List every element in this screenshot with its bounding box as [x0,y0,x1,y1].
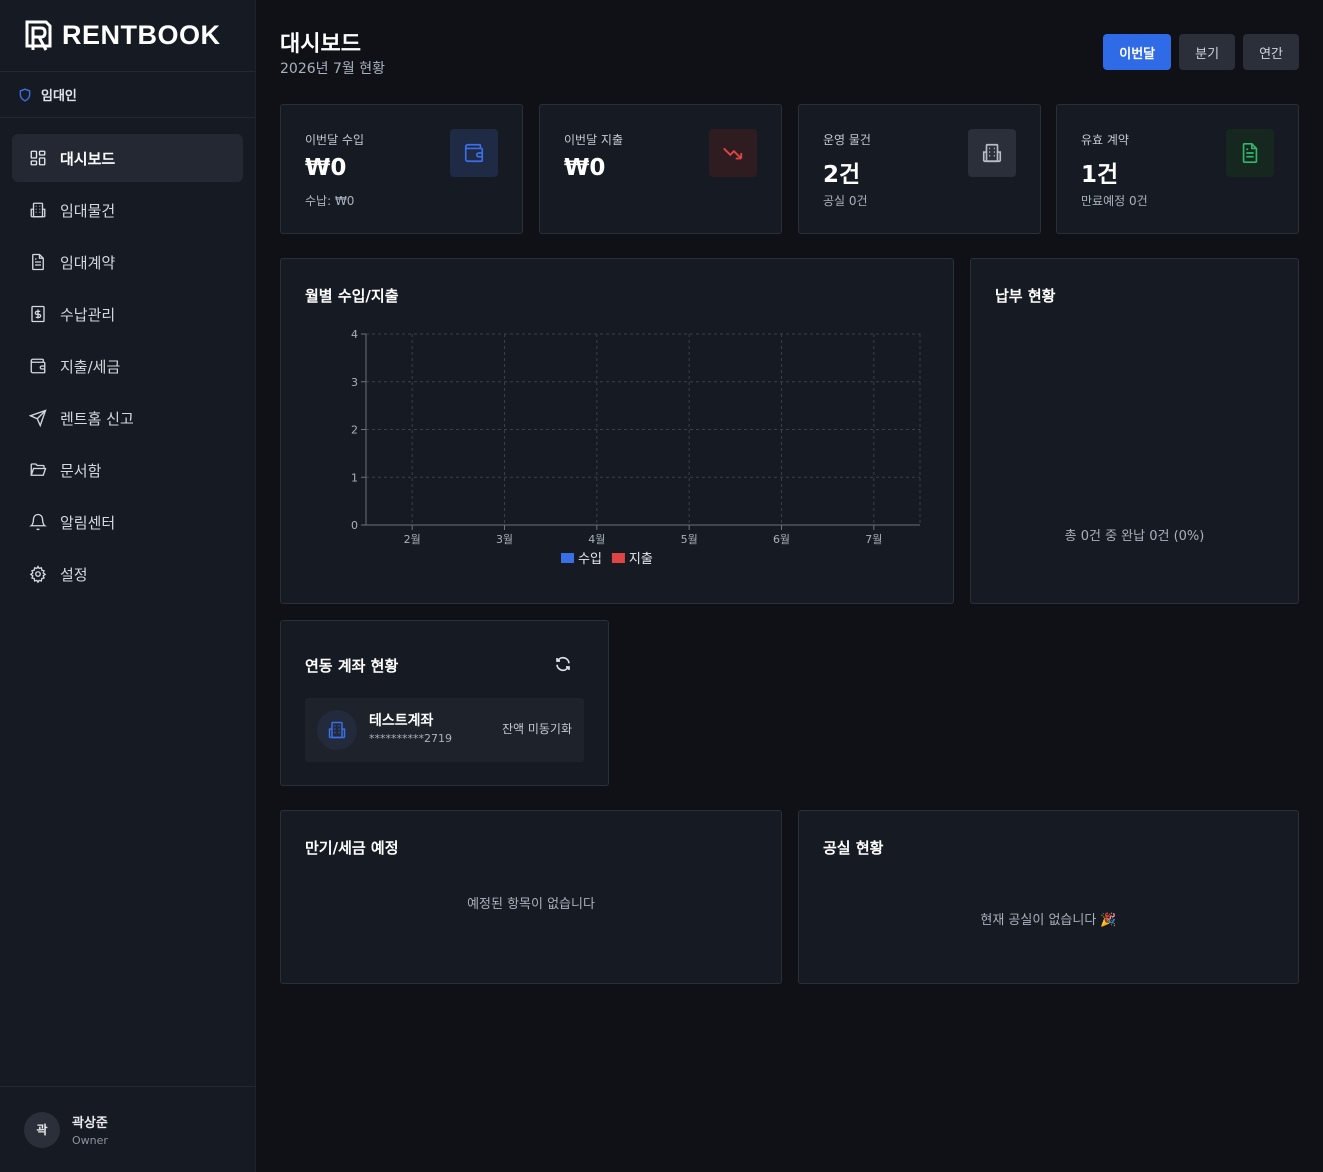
sidebar-item-contracts[interactable]: 임대계약 [12,238,243,286]
shield-icon [19,87,31,102]
stat-sub: 만료예정 0건 [1081,194,1148,208]
stat-label: 유효 계약 [1081,133,1129,147]
card-title: 공실 현황 [823,839,884,857]
period-selector: 이번달 분기 연간 [1103,34,1299,70]
legend-label: 지출 [629,552,653,567]
y-tick-label: 2 [351,424,358,437]
refresh-icon[interactable] [554,655,572,673]
x-tick-label: 4월 [588,533,605,546]
monthly-bar-chart: 0 1 2 3 4 2월 3월 4월 5월 6월 7월수입 지출 [351,328,921,567]
trending-down-icon [709,129,757,177]
stat-card-contracts: 유효 계약 1건 만료예정 0건 [1056,104,1299,234]
sidebar-item-notifications[interactable]: 알림센터 [12,498,243,546]
sidebar-item-collections[interactable]: 수납관리 [12,290,243,338]
sidebar-item-expenses[interactable]: 지출/세금 [12,342,243,390]
account-number: **********2719 [369,732,452,745]
x-tick-label: 3월 [496,533,513,546]
stat-value: 1건 [1081,162,1119,188]
account-row[interactable]: 테스트계좌 **********2719 잔액 미동기화 [305,698,584,762]
y-tick-label: 0 [351,519,358,532]
sidebar-item-label: 문서함 [60,461,102,480]
bank-building-icon [317,710,357,750]
stat-value: ₩0 [305,155,347,181]
legend-label: 수입 [578,552,602,567]
bell-icon [28,512,48,532]
wallet-icon [28,356,48,376]
folder-open-icon [28,460,48,480]
stat-value: 2건 [823,162,861,188]
page-subtitle: 2026년 7월 현황 [280,61,385,77]
sidebar: RENTBOOK 임대인 대시보드 임대물건 임대계약 수납관리 지출/세금 렌… [0,0,256,1172]
empty-message: 예정된 항목이 없습니다 [467,897,595,912]
sidebar-item-label: 지출/세금 [60,357,121,376]
payment-summary: 총 0건 중 완납 0건 (0%) [1064,529,1205,544]
y-tick-label: 4 [351,328,358,341]
role-label: 임대인 [41,89,77,104]
send-icon [28,408,48,428]
sidebar-item-label: 수납관리 [60,305,116,324]
sidebar-item-documents[interactable]: 문서함 [12,446,243,494]
logo[interactable]: RENTBOOK [0,0,255,72]
sidebar-item-settings[interactable]: 설정 [12,550,243,598]
page-title: 대시보드 [280,32,361,57]
period-month-button[interactable]: 이번달 [1103,34,1172,70]
sidebar-item-renthome-report[interactable]: 렌트홈 신고 [12,394,243,442]
card-title: 만기/세금 예정 [305,839,399,857]
building-icon [28,200,48,220]
sidebar-item-properties[interactable]: 임대물건 [12,186,243,234]
building-icon [968,129,1016,177]
account-name: 테스트계좌 [369,713,434,729]
rentbook-logo-icon [25,20,52,51]
dashboard-grid-icon [28,148,48,168]
x-tick-label: 7월 [865,533,882,546]
period-year-button[interactable]: 연간 [1243,34,1299,70]
account-balance: 잔액 미동기화 [501,722,572,736]
y-tick-label: 1 [351,471,358,484]
y-tick-label: 3 [351,376,358,389]
x-tick-label: 6월 [773,533,790,546]
monthly-chart-card: 월별 수입/지출 0 1 2 3 4 2월 3월 4월 5월 6월 7월 수입 지출 [280,258,954,604]
x-tick-label: 2월 [404,533,421,546]
sidebar-item-label: 임대물건 [60,201,116,220]
stat-label: 이번달 수입 [305,133,365,147]
stat-sub: 수납: ₩0 [305,194,355,208]
stat-card-income: 이번달 수입 ₩0 수납: ₩0 [280,104,523,234]
document-icon [28,252,48,272]
legend-swatch [561,553,574,563]
stat-label: 이번달 지출 [564,133,624,147]
stat-value: ₩0 [564,155,606,181]
card-title: 연동 계좌 현황 [305,657,399,675]
x-tick-label: 5월 [681,533,698,546]
sidebar-item-label: 설정 [60,565,88,584]
sidebar-item-label: 알림센터 [60,513,116,532]
gear-icon [28,564,48,584]
user-name: 곽상준 [72,1116,108,1131]
vacancy-card: 공실 현황 현재 공실이 없습니다 🎉 [798,810,1299,984]
sidebar-nav: 대시보드 임대물건 임대계약 수납관리 지출/세금 렌트홈 신고 문서함 알림센… [0,118,255,618]
role-indicator: 임대인 [0,72,255,118]
upcoming-card: 만기/세금 예정 예정된 항목이 없습니다 [280,810,782,984]
wallet-icon [450,129,498,177]
sidebar-item-label: 임대계약 [60,253,116,272]
sidebar-item-dashboard[interactable]: 대시보드 [12,134,243,182]
sidebar-item-label: 대시보드 [60,149,116,168]
stat-sub: 공실 0건 [823,194,868,208]
user-role: Owner [72,1134,108,1147]
linked-accounts-card: 연동 계좌 현황 테스트계좌 **********2719 잔액 미동기화 [280,620,609,786]
stat-card-properties: 운영 물건 2건 공실 0건 [798,104,1041,234]
legend-swatch [611,553,625,563]
dollar-receipt-icon [28,304,48,324]
user-profile[interactable]: 곽 곽상준 Owner [0,1086,256,1172]
avatar: 곽 [24,1111,60,1148]
payment-status-card: 납부 현황 총 0건 중 완납 0건 (0%) [970,258,1299,604]
document-icon [1226,129,1274,177]
brand-name: RENTBOOK [62,20,221,50]
card-title: 납부 현황 [995,287,1056,305]
empty-message: 현재 공실이 없습니다 🎉 [980,913,1117,928]
stat-card-expense: 이번달 지출 ₩0 [539,104,782,234]
stat-label: 운영 물건 [823,133,871,147]
period-quarter-button[interactable]: 분기 [1179,34,1236,70]
sidebar-item-label: 렌트홈 신고 [60,409,134,428]
